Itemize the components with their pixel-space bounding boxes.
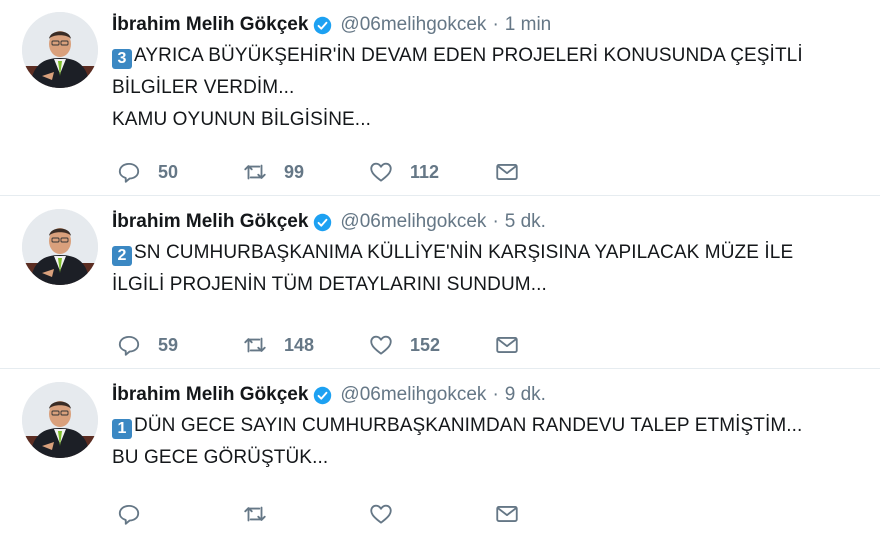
tweet-header: İbrahim Melih Gökçek @06melihgokcek · 5 …	[112, 209, 546, 235]
mail-icon	[496, 506, 518, 522]
like-button[interactable]: 152	[368, 332, 494, 358]
separator-dot: ·	[492, 384, 499, 405]
reply-button[interactable]: 50	[116, 159, 242, 185]
author-name[interactable]: İbrahim Melih Gökçek	[112, 384, 308, 406]
tweet-text-line: İLGİLİ PROJENİN TÜM DETAYLARINI SUNDUM..…	[112, 274, 547, 295]
tweet[interactable]: İbrahim Melih Gökçek @06melihgokcek · 1 …	[0, 0, 880, 196]
reply-count: 59	[158, 334, 179, 355]
like-count: 112	[410, 161, 440, 182]
tweet-actions: 50 99 112	[116, 158, 534, 186]
tweet-text-segment: AYRICA BÜYÜKŞEHİR'İN DEVAM EDEN PROJELER…	[134, 45, 803, 66]
separator-dot: ·	[492, 14, 499, 35]
reply-button[interactable]	[116, 501, 242, 527]
tweet-timestamp[interactable]: 5 dk.	[505, 211, 546, 233]
separator-dot: ·	[492, 211, 499, 232]
tweet-actions	[116, 500, 534, 528]
tweet[interactable]: İbrahim Melih Gökçek @06melihgokcek · 9 …	[0, 370, 880, 541]
author-handle[interactable]: @06melihgokcek	[340, 384, 486, 406]
retweet-icon	[244, 506, 266, 522]
reply-count: 50	[158, 161, 179, 182]
tweet[interactable]: İbrahim Melih Gökçek @06melihgokcek · 5 …	[0, 197, 880, 369]
tweet-text-line: 2 SN CUMHURBAŞKANIMA KÜLLİYE'NİN KARŞISIN…	[112, 237, 872, 269]
tweet-text-line: BİLGİLER VERDİM...	[112, 77, 295, 98]
tweet-header: İbrahim Melih Gökçek @06melihgokcek · 1 …	[112, 12, 551, 38]
avatar-image	[22, 209, 98, 285]
tweet-timestamp[interactable]: 1 min	[505, 14, 551, 36]
keycap-emoji: 2	[112, 246, 132, 266]
author-name[interactable]: İbrahim Melih Gökçek	[112, 211, 308, 233]
direct-message-button[interactable]	[494, 159, 534, 185]
direct-message-button[interactable]	[494, 332, 534, 358]
author-name[interactable]: İbrahim Melih Gökçek	[112, 14, 308, 36]
tweet-actions: 59 148 152	[116, 331, 534, 359]
retweet-icon	[244, 337, 266, 353]
avatar-image	[22, 12, 98, 88]
like-button[interactable]: 112	[368, 159, 494, 185]
retweet-button[interactable]: 148	[242, 332, 368, 358]
reply-icon	[118, 162, 140, 183]
tweet-text-segment: SN CUMHURBAŞKANIMA KÜLLİYE'NİN KARŞISINA…	[134, 242, 794, 263]
tweet-text-line: BU GECE GÖRÜŞTÜK...	[112, 447, 329, 468]
direct-message-button[interactable]	[494, 501, 534, 527]
mail-icon	[496, 337, 518, 353]
tweet-text: 3 AYRICA BÜYÜKŞEHİR'İN DEVAM EDEN PROJELE…	[112, 40, 872, 136]
like-count: 152	[410, 334, 441, 355]
tweet-text-line: 3 AYRICA BÜYÜKŞEHİR'İN DEVAM EDEN PROJELE…	[112, 40, 872, 72]
retweet-button[interactable]	[242, 501, 368, 527]
heart-icon	[370, 335, 392, 355]
author-handle[interactable]: @06melihgokcek	[340, 14, 486, 36]
reply-button[interactable]: 59	[116, 332, 242, 358]
verified-badge-icon	[313, 213, 332, 232]
verified-badge-icon	[313, 386, 332, 405]
tweet-text: 1 DÜN GECE SAYIN CUMHURBAŞKANIMDAN RANDEV…	[112, 410, 872, 474]
keycap-emoji: 1	[112, 419, 132, 439]
avatar[interactable]	[22, 209, 98, 285]
like-button[interactable]	[368, 501, 494, 527]
tweet-text: 2 SN CUMHURBAŞKANIMA KÜLLİYE'NİN KARŞISIN…	[112, 237, 872, 301]
avatar-image	[22, 382, 98, 458]
retweet-icon	[244, 164, 266, 180]
mail-icon	[496, 164, 518, 180]
author-handle[interactable]: @06melihgokcek	[340, 211, 486, 233]
avatar[interactable]	[22, 12, 98, 88]
reply-icon	[118, 504, 140, 525]
keycap-emoji: 3	[112, 49, 132, 69]
retweet-button[interactable]: 99	[242, 159, 368, 185]
tweet-feed: İbrahim Melih Gökçek @06melihgokcek · 1 …	[0, 0, 880, 541]
reply-icon	[118, 335, 140, 356]
tweet-timestamp[interactable]: 9 dk.	[505, 384, 546, 406]
verified-badge-icon	[313, 16, 332, 35]
heart-icon	[370, 162, 392, 182]
retweet-count: 148	[284, 334, 315, 355]
tweet-text-line: KAMU OYUNUN BİLGİSİNE...	[112, 109, 371, 130]
heart-icon	[370, 504, 392, 524]
tweet-header: İbrahim Melih Gökçek @06melihgokcek · 9 …	[112, 382, 546, 408]
retweet-count: 99	[284, 161, 305, 182]
avatar[interactable]	[22, 382, 98, 458]
tweet-text-line: 1 DÜN GECE SAYIN CUMHURBAŞKANIMDAN RANDEV…	[112, 410, 872, 442]
tweet-text-segment: DÜN GECE SAYIN CUMHURBAŞKANIMDAN RANDEVU…	[134, 415, 803, 436]
